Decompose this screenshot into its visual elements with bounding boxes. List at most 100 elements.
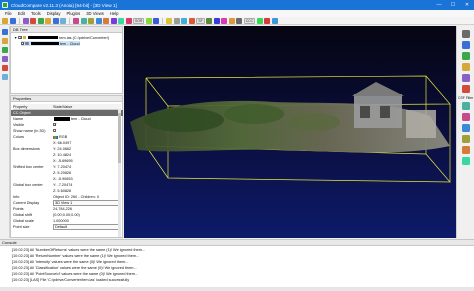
noise-filter-icon[interactable] — [145, 17, 152, 24]
pivot-icon[interactable] — [462, 146, 470, 154]
grid-icon[interactable] — [206, 17, 213, 24]
right-view-icon[interactable] — [462, 85, 470, 93]
prop-value: Y: 24.0662 — [53, 147, 72, 152]
point-pick-icon[interactable] — [2, 65, 8, 71]
save-icon[interactable] — [9, 17, 16, 24]
close-button[interactable]: ✕ — [460, 0, 474, 10]
right-tool-strip: CSF Filter — [456, 26, 474, 238]
tree-item-label: tem.las (C:/pdrive/Converter/) — [59, 35, 110, 40]
toolbar-separator — [18, 17, 20, 24]
tree-item-las-file[interactable]: ▼ tem.las (C:/pdrive/Converter/) — [14, 35, 110, 41]
crop-icon[interactable] — [80, 17, 87, 24]
properties-scrollbar[interactable] — [118, 109, 121, 237]
roof-points — [352, 82, 404, 96]
mesh-icon[interactable] — [213, 17, 220, 24]
scalar-field-icon[interactable] — [103, 17, 109, 24]
tree-item-checkbox[interactable] — [18, 35, 23, 41]
subsample-icon[interactable] — [60, 17, 66, 24]
console-line-text: [10:02:23] All 'Intensity' values were t… — [12, 260, 129, 264]
left-view-icon[interactable] — [462, 63, 470, 71]
prop-value: 1.000000 — [53, 219, 69, 224]
prop-key: Global scale — [13, 219, 34, 224]
lighting-icon[interactable] — [462, 124, 470, 132]
prop-value: X: -5.90653 — [53, 177, 73, 182]
color-ramp-icon[interactable] — [118, 17, 124, 24]
select-icon[interactable] — [2, 29, 8, 35]
normals-icon[interactable] — [95, 17, 102, 24]
prop-key: Show name (in 3D) — [13, 129, 46, 134]
redacted-name — [30, 41, 59, 46]
render-icon[interactable] — [221, 17, 228, 24]
tree-item-checkbox[interactable] — [21, 41, 26, 47]
scrollbar-thumb[interactable] — [118, 113, 121, 163]
menu-help[interactable]: Help — [107, 11, 122, 16]
console-line-text: [10:02:23] All 'NumberOfReturns' values … — [12, 248, 146, 252]
menu-edit[interactable]: Edit — [15, 11, 28, 16]
filter-icon[interactable] — [125, 17, 132, 24]
menu-display[interactable]: Display — [44, 11, 64, 16]
segment-icon[interactable] — [73, 17, 79, 24]
console-line: [10:02:23] [LAS] File 'C:/pdrive/Convert… — [12, 277, 129, 283]
open-icon[interactable] — [2, 17, 8, 24]
top-view-icon[interactable] — [462, 52, 470, 60]
prop-key: Box dimensions — [13, 147, 40, 152]
picking-icon[interactable] — [166, 17, 173, 24]
console-line-text: [10:02:23] All 'PointSourceId' values we… — [12, 272, 139, 276]
measure-icon[interactable] — [188, 17, 195, 24]
stop-icon[interactable] — [264, 17, 271, 24]
redacted-name — [54, 117, 70, 121]
label-icon[interactable] — [173, 17, 180, 24]
screenshot-icon[interactable] — [462, 157, 470, 165]
perspective-icon[interactable] — [462, 113, 470, 121]
point-size-select[interactable]: Default — [53, 224, 121, 231]
maximize-button[interactable]: ☐ — [446, 0, 460, 10]
camera-icon[interactable] — [181, 17, 188, 24]
menu-3d-views[interactable]: 3D Views — [83, 11, 107, 16]
prop-key: Name — [13, 117, 24, 122]
plugin-icon[interactable] — [256, 17, 263, 24]
plane-fit-icon[interactable] — [153, 17, 160, 24]
zoom-fit-icon[interactable] — [462, 135, 470, 143]
prop-value[interactable]: tem - Cloud — [53, 117, 121, 121]
distance-icon[interactable] — [88, 17, 94, 24]
delete-icon[interactable] — [30, 17, 36, 24]
menu-bar: File Edit Tools Display Plugins 3D Views… — [0, 10, 474, 17]
tree-item-cloud[interactable]: tem - Cloud — [21, 41, 80, 47]
settings-icon[interactable] — [236, 17, 243, 24]
prop-value: 24,784,226 — [53, 207, 73, 212]
menu-tools[interactable]: Tools — [28, 11, 44, 16]
prop-value: (0.00;0.00;0.00) — [53, 213, 80, 218]
redacted-name — [28, 35, 59, 40]
align-icon[interactable] — [52, 17, 59, 24]
vegetation-cluster — [288, 113, 340, 131]
pan-icon[interactable] — [2, 38, 8, 44]
colors-select[interactable]: RGB — [53, 135, 121, 139]
menu-file[interactable]: File — [2, 11, 15, 16]
transform-icon[interactable] — [22, 17, 29, 24]
minimize-button[interactable]: — — [432, 0, 446, 10]
point-cloud-render[interactable] — [124, 26, 456, 238]
front-view-icon[interactable] — [462, 41, 470, 49]
visible-checkbox[interactable] — [53, 122, 58, 128]
sf-button[interactable]: SF — [196, 17, 205, 24]
csf-filter-icon[interactable] — [462, 102, 470, 110]
db-tree-panel: DB Tree ▼ tem.las (C:/pdrive/Converter/)… — [10, 26, 123, 94]
histogram-icon[interactable] — [110, 17, 117, 24]
building-window — [380, 106, 390, 118]
zoom-icon[interactable] — [2, 56, 8, 62]
sor-filter-button[interactable]: SOR — [133, 17, 145, 24]
view-icon[interactable] — [271, 17, 278, 24]
sun-icon[interactable] — [228, 17, 235, 24]
fit-view-icon[interactable] — [2, 74, 8, 80]
expand-arrow-icon[interactable]: ▼ — [14, 36, 17, 40]
rotate-icon[interactable] — [2, 47, 8, 53]
ccc-button[interactable]: CCC — [243, 17, 256, 24]
menu-plugins[interactable]: Plugins — [63, 11, 83, 16]
header-property: Property — [13, 104, 28, 109]
merge-icon[interactable] — [45, 17, 51, 24]
back-view-icon[interactable] — [462, 74, 470, 82]
view-3d-icon[interactable] — [462, 30, 470, 38]
3d-view[interactable] — [124, 26, 456, 238]
show-name-checkbox[interactable] — [53, 128, 57, 133]
clone-icon[interactable] — [37, 17, 44, 24]
